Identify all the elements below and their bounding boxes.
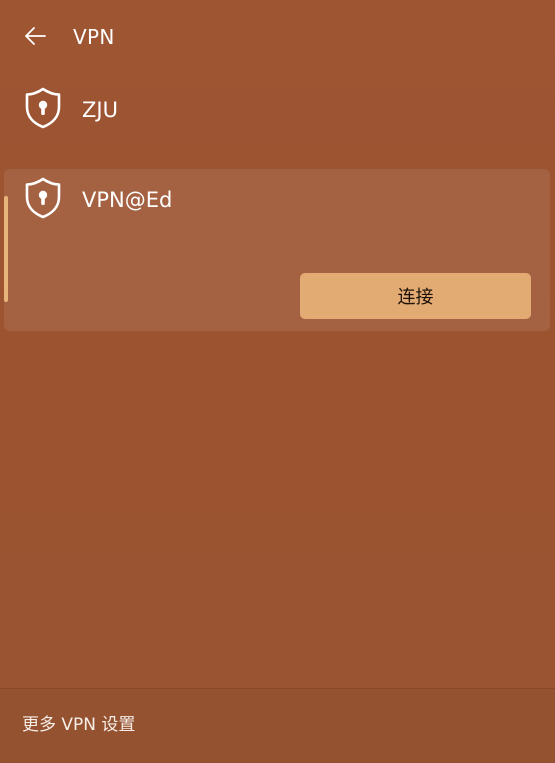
selection-indicator bbox=[4, 196, 8, 302]
shield-lock-icon bbox=[25, 87, 61, 129]
back-button[interactable] bbox=[20, 22, 50, 50]
shield-lock-icon bbox=[25, 177, 61, 219]
connect-button[interactable]: 连接 bbox=[300, 273, 531, 319]
vpn-name: ZJU bbox=[82, 98, 118, 122]
header: VPN bbox=[0, 14, 555, 58]
arrow-left-icon bbox=[25, 27, 46, 45]
vpn-item-vpn-ed[interactable]: VPN@Ed 连接 bbox=[4, 169, 550, 331]
more-vpn-settings-link[interactable]: 更多 VPN 设置 bbox=[22, 713, 135, 737]
vpn-flyout-panel: VPN ZJU VPN@Ed 连接 更多 VPN 设置 bbox=[0, 0, 555, 763]
page-title: VPN bbox=[73, 25, 115, 49]
vpn-item-zju[interactable]: ZJU bbox=[4, 80, 550, 140]
vpn-name: VPN@Ed bbox=[82, 188, 173, 212]
footer: 更多 VPN 设置 bbox=[0, 689, 555, 763]
